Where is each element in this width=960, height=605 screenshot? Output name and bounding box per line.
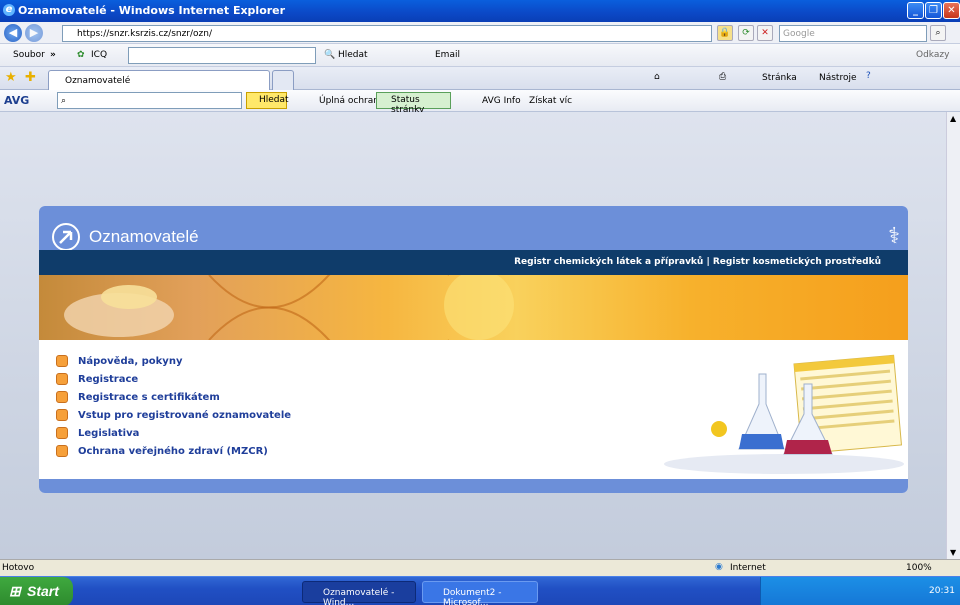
page-content: Oznamovatelé ⚕ Registr chemických látek … — [0, 112, 946, 559]
stop-icon[interactable]: ✕ — [757, 25, 773, 41]
help-icon[interactable]: ? — [866, 71, 871, 81]
icq-flower-icon: ✿ — [77, 50, 85, 60]
page-menu[interactable]: Stránka — [762, 73, 797, 83]
full-protection-link[interactable]: Úplná ochrana — [319, 96, 384, 106]
task-ie[interactable]: Oznamovatelé - Wind... — [302, 581, 416, 605]
avg-search-input[interactable]: ⌕ — [57, 92, 242, 109]
add-favorite-icon[interactable]: ✚ — [25, 70, 36, 85]
new-tab-button[interactable] — [272, 70, 294, 90]
avg-toolbar: AVG ⌕ Hledat Úplná ochrana Status stránk… — [0, 90, 960, 115]
caduceus-icon: ⚕ — [888, 224, 900, 249]
taskbar: ⊞ Start Oznamovatelé - Wind... Dokument2… — [0, 576, 960, 605]
status-bar: Hotovo ◉ Internet 100% — [0, 559, 960, 576]
chevron-icon[interactable]: » — [50, 50, 56, 60]
maximize-button[interactable]: ❐ — [925, 2, 942, 19]
search-field[interactable]: Google — [779, 25, 927, 42]
chemistry-illustration — [664, 354, 904, 474]
menu-links[interactable]: Odkazy — [916, 50, 949, 60]
registry-nav-text[interactable]: Registr chemických látek a přípravků | R… — [514, 257, 881, 267]
lock-icon[interactable]: 🔒 — [717, 25, 733, 41]
task-word[interactable]: Dokument2 - Microsof... — [422, 581, 538, 605]
back-button[interactable]: ◀ — [4, 24, 22, 42]
address-input[interactable]: https://snzr.ksrzis.cz/snzr/ozn/ — [62, 25, 712, 42]
panel-footer — [39, 479, 908, 493]
refresh-icon[interactable]: ⟳ — [738, 25, 754, 41]
forward-button[interactable]: ▶ — [25, 24, 43, 42]
ie-icon: e — [3, 4, 15, 16]
avg-logo[interactable]: AVG — [4, 94, 29, 107]
zoom-level[interactable]: 100% — [906, 563, 932, 573]
menu-icq[interactable]: ICQ — [91, 50, 107, 60]
avg-info-menu[interactable]: AVG Info — [482, 96, 521, 106]
get-more-link[interactable]: Získat víc — [529, 96, 572, 106]
status-text: Hotovo — [2, 563, 35, 573]
vertical-scrollbar[interactable]: ▲ ▼ — [946, 112, 960, 559]
home-icon[interactable]: ⌂ — [654, 72, 660, 82]
icq-search-input[interactable] — [128, 47, 316, 64]
menu-search[interactable]: Hledat — [338, 50, 368, 60]
search-icon: ⌕ — [61, 96, 67, 106]
scroll-up-icon[interactable]: ▲ — [950, 114, 956, 123]
menu-bar: Soubor » ✿ ICQ 🔍 Hledat Email Odkazy — [0, 44, 960, 67]
zone-text: Internet — [730, 563, 766, 573]
magnifier-icon: 🔍 — [324, 50, 336, 60]
oznamovatele-panel: Oznamovatelé ⚕ Registr chemických látek … — [39, 206, 908, 493]
bullet-icon — [56, 427, 68, 439]
windows-logo-icon: ⊞ — [9, 583, 21, 599]
panel-header: Oznamovatelé ⚕ — [39, 206, 908, 251]
avg-search-button[interactable]: Hledat — [246, 92, 289, 109]
start-button[interactable]: ⊞ Start — [0, 577, 73, 605]
banner-image — [39, 275, 908, 340]
bullet-icon — [56, 445, 68, 457]
bullet-icon — [56, 373, 68, 385]
title-bar: e Oznamovatelé - Windows Internet Explor… — [0, 0, 960, 22]
tab-bar: ★ ✚ Oznamovatelé ⌂ ⎙ Stránka Nástroje ? — [0, 67, 960, 90]
page-status-button[interactable]: Status stránky — [376, 92, 451, 115]
menu-file[interactable]: Soubor — [13, 50, 45, 60]
favorites-star-icon[interactable]: ★ — [5, 70, 17, 85]
scroll-down-icon[interactable]: ▼ — [950, 548, 956, 557]
bullet-icon — [56, 355, 68, 367]
bullet-icon — [56, 391, 68, 403]
tools-menu[interactable]: Nástroje — [819, 73, 857, 83]
window-title: Oznamovatelé - Windows Internet Explorer — [18, 4, 286, 17]
address-bar: ◀ ▶ https://snzr.ksrzis.cz/snzr/ozn/ 🔒 ⟳… — [0, 22, 960, 44]
page-title: Oznamovatelé — [89, 227, 199, 246]
close-button[interactable]: ✕ — [943, 2, 960, 19]
minimize-button[interactable]: _ — [907, 2, 924, 19]
arrow-logo-icon — [52, 223, 80, 251]
bullet-icon — [56, 409, 68, 421]
menu-email[interactable]: Email — [435, 50, 460, 60]
globe-icon: ◉ — [715, 562, 723, 572]
clock[interactable]: 20:31 — [929, 586, 955, 596]
registry-nav[interactable]: Registr chemických látek a přípravků | R… — [39, 250, 908, 275]
system-tray: 20:31 — [760, 577, 960, 605]
search-icon[interactable]: ⌕ — [930, 25, 946, 41]
tab-oznamovatele[interactable]: Oznamovatelé — [48, 70, 270, 90]
print-icon[interactable]: ⎙ — [719, 72, 726, 82]
